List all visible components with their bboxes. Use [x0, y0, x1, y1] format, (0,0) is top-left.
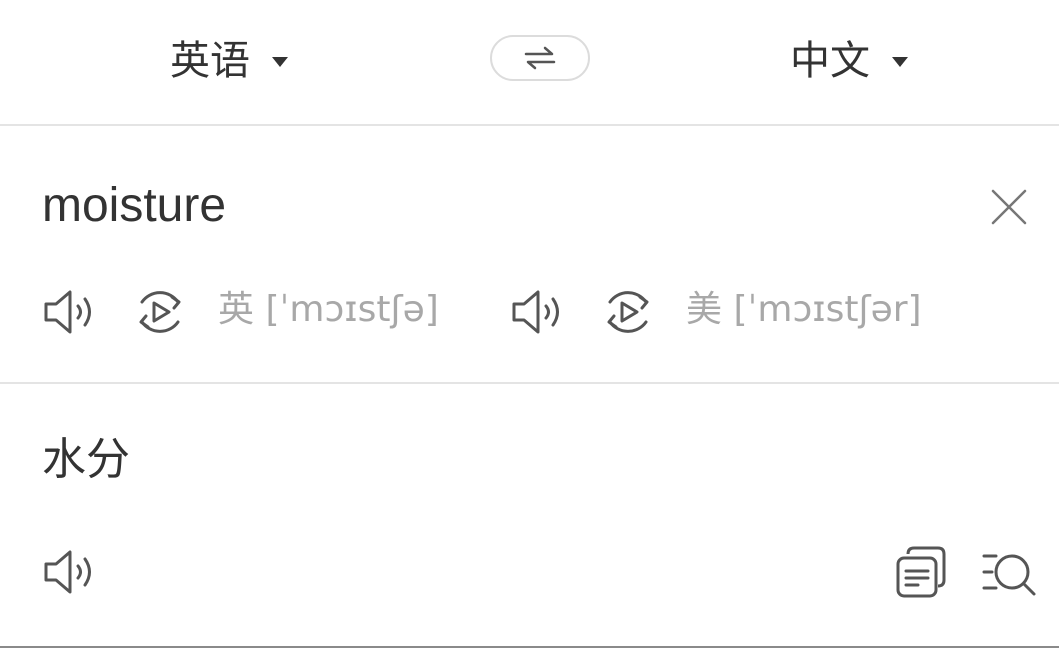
- uk-speaker-button[interactable]: [42, 284, 98, 340]
- lookup-button[interactable]: [982, 544, 1038, 600]
- caret-down-icon: [272, 57, 288, 67]
- us-speaker-button[interactable]: [510, 284, 566, 340]
- us-replay-button[interactable]: [600, 284, 656, 340]
- uk-replay-button[interactable]: [132, 284, 188, 340]
- replay-icon: [607, 291, 649, 333]
- swap-icon: [524, 46, 556, 70]
- us-phonetic: 美 [ˈmɔɪstʃər]: [686, 289, 922, 330]
- source-language-label: 英语: [170, 38, 250, 84]
- search-list-icon: [982, 554, 1036, 596]
- target-language-selector[interactable]: 中文: [790, 34, 908, 88]
- target-language-label: 中文: [790, 38, 870, 84]
- copy-button[interactable]: [894, 544, 950, 600]
- speaker-icon: [44, 290, 91, 334]
- uk-phonetic: 英 [ˈmɔɪstʃə]: [218, 289, 439, 330]
- replay-icon: [139, 291, 181, 333]
- clear-button[interactable]: [990, 188, 1028, 226]
- source-text-input[interactable]: moisture: [42, 178, 226, 234]
- source-language-selector[interactable]: 英语: [170, 34, 288, 88]
- speaker-icon: [512, 290, 559, 334]
- language-bar: 英语 中文: [0, 0, 1059, 126]
- copy-icon: [896, 546, 946, 598]
- source-panel: moisture 英 [ˈmɔɪstʃə] 美 [ˈmɔɪstʃər]: [0, 126, 1059, 384]
- caret-down-icon: [892, 57, 908, 67]
- swap-languages-button[interactable]: [490, 35, 590, 81]
- speaker-icon: [44, 550, 91, 594]
- result-speaker-button[interactable]: [42, 544, 98, 600]
- result-panel: 水分: [0, 384, 1059, 648]
- translation-result: 水分: [42, 434, 130, 485]
- close-icon: [991, 189, 1027, 225]
